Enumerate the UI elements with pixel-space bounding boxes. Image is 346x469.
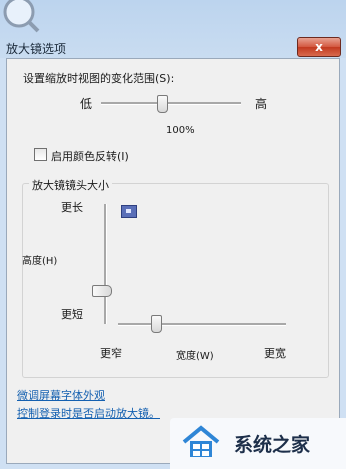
invert-colors-checkbox[interactable]	[34, 148, 47, 161]
dialog-body: 设置缩放时视图的变化范围(S): 低 高 100% 启用颜色反转(I) 放大镜镜…	[6, 58, 340, 464]
zoom-max-label: 高	[255, 97, 268, 111]
height-axis-label: 高度(H)	[22, 256, 58, 267]
width-narrower-label: 更窄	[100, 347, 122, 360]
zoom-slider-track[interactable]	[101, 102, 241, 105]
height-slider-track[interactable]	[104, 204, 107, 324]
close-button[interactable]: x	[297, 37, 341, 57]
width-slider-thumb[interactable]	[151, 315, 162, 333]
lens-preview-icon	[121, 205, 137, 218]
zoom-range-label: 设置缩放时视图的变化范围(S):	[23, 72, 175, 85]
window-title: 放大镜选项	[6, 42, 67, 56]
watermark-badge: 系统之家	[170, 418, 346, 469]
invert-colors-label[interactable]: 启用颜色反转(I)	[51, 148, 129, 164]
width-wider-label: 更宽	[264, 347, 286, 360]
zoom-slider-thumb[interactable]	[157, 95, 168, 113]
height-shorter-label: 更短	[61, 308, 83, 321]
font-appearance-link[interactable]: 微调屏幕字体外观	[17, 387, 105, 403]
startup-settings-link[interactable]: 控制登录时是否启动放大镜。	[17, 405, 160, 421]
house-logo-icon	[182, 425, 220, 457]
width-slider-track[interactable]	[118, 323, 286, 326]
lens-size-group-title: 放大镜镜头大小	[29, 177, 112, 193]
zoom-min-label: 低	[80, 97, 93, 111]
height-slider-thumb[interactable]	[92, 285, 112, 297]
height-longer-label: 更长	[61, 201, 83, 214]
zoom-value: 100%	[166, 125, 195, 136]
magnifier-icon	[3, 0, 40, 33]
width-axis-label: 宽度(W)	[176, 351, 214, 362]
watermark-text: 系统之家	[234, 434, 311, 456]
